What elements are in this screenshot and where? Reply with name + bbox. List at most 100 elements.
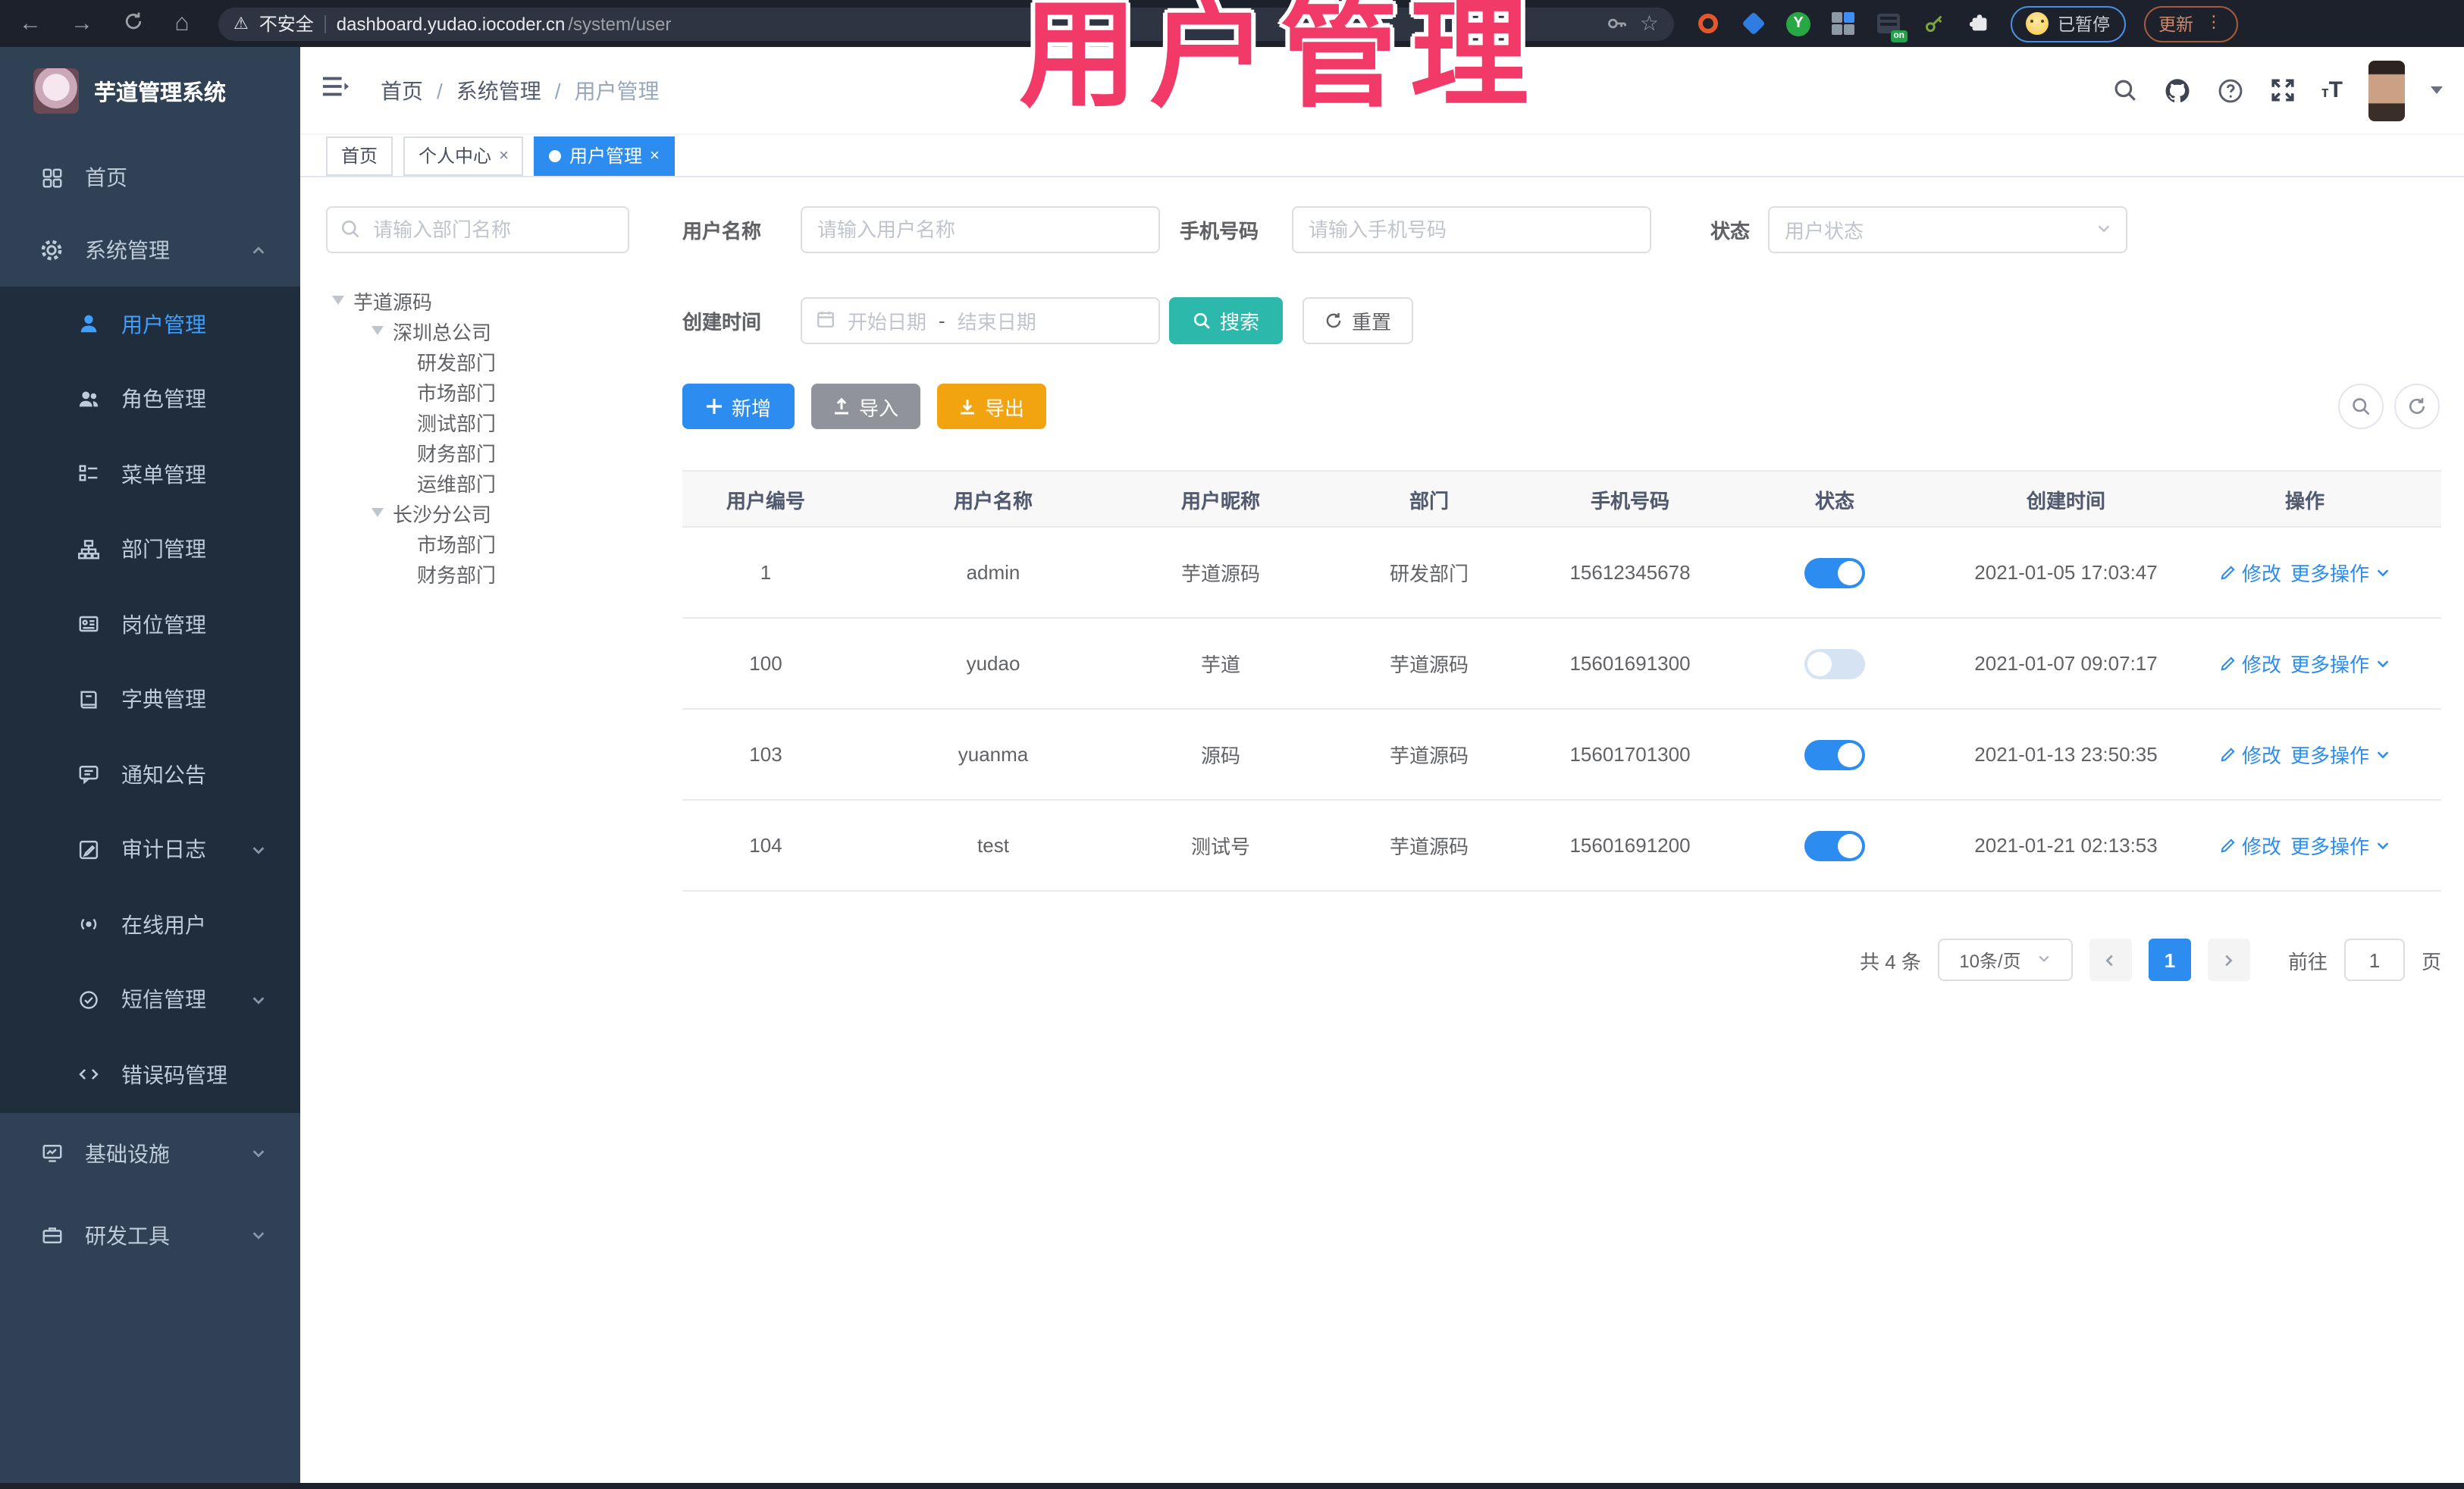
tree-node[interactable]: 财务部门 xyxy=(326,558,629,588)
app-logo-row[interactable]: 芋道管理系统 xyxy=(0,47,300,135)
sidebar-item-dev-tools[interactable]: 研发工具 xyxy=(0,1199,300,1271)
header-search-icon[interactable] xyxy=(2112,77,2138,103)
close-icon[interactable]: × xyxy=(650,146,660,165)
add-button[interactable]: 新增 xyxy=(682,384,795,429)
tab-home[interactable]: 首页 xyxy=(326,136,393,175)
more-actions-link[interactable]: 更多操作 xyxy=(2290,558,2390,587)
sidebar-item-role-management[interactable]: 角色管理 xyxy=(0,362,300,437)
sidebar-item-error-code[interactable]: 错误码管理 xyxy=(0,1037,300,1112)
fullscreen-icon[interactable] xyxy=(2270,77,2296,103)
calendar-icon xyxy=(816,309,835,333)
search-button[interactable]: 搜索 xyxy=(1169,297,1283,344)
browser-back-icon[interactable]: ← xyxy=(15,11,45,36)
browser-home-icon[interactable]: ⌂ xyxy=(167,10,197,37)
font-size-icon[interactable]: тT xyxy=(2321,77,2343,103)
tab-user-management[interactable]: 用户管理 × xyxy=(534,136,675,175)
org-tree-icon xyxy=(76,538,100,562)
caret-down-icon[interactable] xyxy=(371,508,384,517)
extensions-puzzle-icon[interactable] xyxy=(1967,11,1992,36)
help-icon[interactable] xyxy=(2217,77,2244,104)
close-icon[interactable]: × xyxy=(499,146,509,165)
sidebar-collapse-icon[interactable] xyxy=(321,74,350,106)
dept-tree-panel: 芋道源码 深圳总公司 研发部门 市场部门 测试部门 财务部门 运维部门 长沙分公… xyxy=(326,206,629,588)
tree-node[interactable]: 市场部门 xyxy=(326,528,629,558)
refresh-table-button[interactable] xyxy=(2394,384,2440,429)
sidebar-item-user-management[interactable]: 用户管理 xyxy=(0,287,300,362)
github-icon[interactable] xyxy=(2164,77,2191,104)
ext-grid-icon[interactable] xyxy=(1830,11,1856,36)
user-avatar[interactable] xyxy=(2368,60,2405,121)
more-actions-link[interactable]: 更多操作 xyxy=(2290,831,2390,860)
browser-menu-icon[interactable]: ⋮ xyxy=(2205,14,2222,32)
export-button[interactable]: 导出 xyxy=(937,384,1046,429)
sidebar-item-post-management[interactable]: 岗位管理 xyxy=(0,587,300,662)
breadcrumb-system[interactable]: 系统管理 xyxy=(456,75,541,105)
tree-node[interactable]: 深圳总公司 xyxy=(326,315,629,346)
current-page-button[interactable]: 1 xyxy=(2148,939,2191,981)
edit-link[interactable]: 修改 xyxy=(2219,649,2281,678)
tree-node[interactable]: 研发部门 xyxy=(326,346,629,376)
reset-button[interactable]: 重置 xyxy=(1303,297,1413,344)
tree-node[interactable]: 长沙分公司 xyxy=(326,497,629,528)
goto-page-input[interactable] xyxy=(2343,939,2405,981)
import-button[interactable]: 导入 xyxy=(811,384,920,429)
sidebar-item-sms-management[interactable]: 短信管理 xyxy=(0,962,300,1037)
page-size-select[interactable]: 10条/页 xyxy=(1937,939,2073,981)
ext-blue-gem-icon[interactable] xyxy=(1741,11,1766,36)
tree-node[interactable]: 测试部门 xyxy=(326,406,629,437)
pagination: 共 4 条 10条/页 1 前往 1 页 xyxy=(682,939,2441,981)
password-key-icon[interactable] xyxy=(1607,12,1629,35)
edit-link[interactable]: 修改 xyxy=(2219,740,2281,769)
mobile-input[interactable] xyxy=(1292,206,1651,253)
sidebar-item-home[interactable]: 首页 xyxy=(0,141,300,214)
sidebar-item-infrastructure[interactable]: 基础设施 xyxy=(0,1117,300,1190)
caret-down-icon[interactable] xyxy=(332,296,344,305)
ext-green-key-icon[interactable] xyxy=(1921,11,1947,36)
next-page-button[interactable] xyxy=(2207,939,2250,981)
username-input[interactable] xyxy=(801,206,1160,253)
breadcrumb-home[interactable]: 首页 xyxy=(381,75,423,105)
tree-node[interactable]: 芋道源码 xyxy=(326,285,629,315)
tree-node[interactable]: 市场部门 xyxy=(326,376,629,406)
not-secure-label: 不安全 xyxy=(259,14,314,35)
browser-update-chip[interactable]: 更新 ⋮ xyxy=(2143,5,2237,42)
menu-list-icon xyxy=(76,462,100,487)
ext-green-y-icon[interactable]: Y xyxy=(1786,11,1810,36)
status-toggle[interactable] xyxy=(1804,557,1865,588)
create-time-label: 创建时间 xyxy=(682,311,762,334)
status-toggle[interactable] xyxy=(1804,739,1865,770)
sidebar-item-system[interactable]: 系统管理 xyxy=(0,214,300,287)
sidebar-item-dept-management[interactable]: 部门管理 xyxy=(0,512,300,587)
tree-node[interactable]: 运维部门 xyxy=(326,467,629,497)
chevron-down-icon xyxy=(250,992,267,1008)
active-tab-dot xyxy=(549,149,562,161)
tree-node[interactable]: 财务部门 xyxy=(326,437,629,467)
profile-avatar-emoji xyxy=(2026,12,2049,35)
dept-search-input[interactable] xyxy=(326,206,629,253)
sidebar-item-audit-log[interactable]: 审计日志 xyxy=(0,812,300,887)
caret-down-icon[interactable] xyxy=(371,326,384,335)
avatar-caret-down-icon[interactable] xyxy=(2431,86,2443,94)
browser-forward-icon[interactable]: → xyxy=(67,11,97,36)
chevron-down-icon xyxy=(2036,949,2052,970)
ext-orange-ring-icon[interactable] xyxy=(1695,11,1721,36)
bookmark-star-icon[interactable]: ☆ xyxy=(1640,11,1659,36)
tab-profile[interactable]: 个人中心 × xyxy=(403,136,524,175)
status-select[interactable]: 用户状态 xyxy=(1768,206,2128,253)
edit-link[interactable]: 修改 xyxy=(2219,831,2281,860)
more-actions-link[interactable]: 更多操作 xyxy=(2290,740,2390,769)
status-toggle[interactable] xyxy=(1804,830,1865,860)
browser-reload-icon[interactable] xyxy=(118,10,149,37)
show-search-toggle-button[interactable] xyxy=(2338,384,2384,429)
sidebar-item-online-users[interactable]: 在线用户 xyxy=(0,887,300,962)
prev-page-button[interactable] xyxy=(2089,939,2132,981)
date-range-picker[interactable]: 开始日期 - 结束日期 xyxy=(801,297,1160,344)
sidebar-item-menu-management[interactable]: 菜单管理 xyxy=(0,437,300,512)
edit-link[interactable]: 修改 xyxy=(2219,558,2281,587)
sidebar-item-dict-management[interactable]: 字典管理 xyxy=(0,662,300,737)
ext-on-switch-icon[interactable]: on xyxy=(1876,11,1908,42)
more-actions-link[interactable]: 更多操作 xyxy=(2290,649,2390,678)
browser-profile-chip[interactable]: 已暂停 xyxy=(2011,5,2125,42)
status-toggle[interactable] xyxy=(1804,648,1865,679)
sidebar-item-notice[interactable]: 通知公告 xyxy=(0,737,300,812)
